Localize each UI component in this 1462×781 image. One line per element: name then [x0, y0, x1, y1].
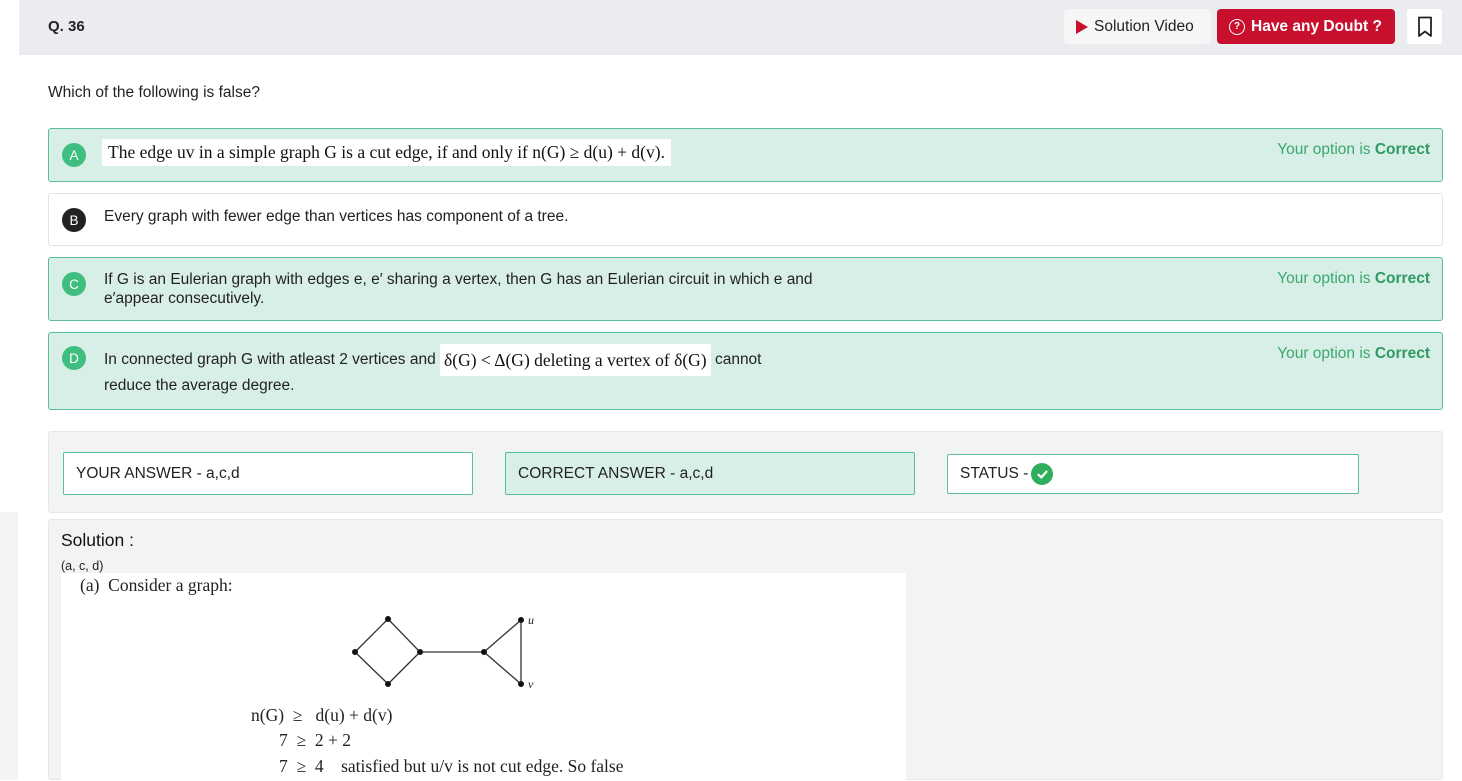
- solution-line-3: 7 ≥ 4 satisfied but u/v is not cut edge.…: [279, 756, 624, 776]
- have-doubt-label: Have any Doubt ?: [1251, 17, 1382, 35]
- solution-line-2: 7 ≥ 2 + 2: [279, 730, 351, 750]
- option-d-text-line2: reduce the average degree.: [104, 377, 295, 394]
- option-d-text-before: In connected graph G with atleast 2 vert…: [104, 351, 441, 369]
- option-letter-badge: D: [62, 346, 86, 370]
- graph-diagram: [352, 616, 524, 687]
- answer-summary-panel: YOUR ANSWER - a,c,d CORRECT ANSWER - a,c…: [48, 431, 1443, 513]
- option-d-math-image: δ(G) < Δ(G) deleting a vertex of δ(G): [440, 344, 711, 376]
- option-letter-badge: C: [62, 272, 86, 296]
- option-c[interactable]: C If G is an Eulerian graph with edges e…: [48, 257, 1443, 321]
- option-d-verdict: Your option is Correct: [1277, 345, 1430, 362]
- solution-video-label: Solution Video: [1094, 17, 1194, 35]
- option-c-verdict: Your option is Correct: [1277, 270, 1430, 287]
- status-label: STATUS -: [960, 465, 1029, 482]
- vertex-label-u: u: [528, 613, 534, 627]
- bookmark-icon: [1417, 16, 1432, 37]
- option-a-verdict: Your option is Correct: [1277, 141, 1430, 158]
- bookmark-button[interactable]: [1407, 9, 1442, 44]
- play-icon: [1076, 19, 1088, 34]
- option-c-text-line1: If G is an Eulerian graph with edges e, …: [104, 271, 813, 288]
- solution-title: Solution :: [61, 530, 134, 550]
- option-b[interactable]: B Every graph with fewer edge than verti…: [48, 193, 1443, 246]
- option-c-text-line2: e′appear consecutively.: [104, 290, 265, 307]
- option-d[interactable]: D In connected graph G with atleast 2 ve…: [48, 332, 1443, 410]
- option-a-math-image: The edge uv in a simple graph G is a cut…: [102, 139, 671, 166]
- check-circle-icon: [1031, 463, 1054, 485]
- correct-answer-box: CORRECT ANSWER - a,c,d: [505, 452, 915, 495]
- option-d-text-after: cannot: [710, 351, 762, 369]
- left-gutter: [0, 0, 18, 780]
- option-b-text: Every graph with fewer edge than vertice…: [104, 208, 569, 225]
- solution-image: (a) Consider a graph: u v n(G) ≥ d(u) + …: [61, 573, 906, 781]
- question-page: Q. 36 Solution Video ? Have any Doubt ? …: [19, 0, 1462, 781]
- question-text: Which of the following is false?: [48, 84, 260, 101]
- option-letter-badge: B: [62, 208, 86, 232]
- solution-answer-line: (a, c, d): [61, 559, 104, 573]
- status-box: STATUS -: [947, 454, 1359, 494]
- solution-video-button[interactable]: Solution Video: [1064, 9, 1211, 44]
- have-doubt-button[interactable]: ? Have any Doubt ?: [1217, 9, 1395, 44]
- your-answer-box: YOUR ANSWER - a,c,d: [63, 452, 473, 495]
- question-number: Q. 36: [48, 18, 85, 35]
- question-bubble-icon: ?: [1229, 18, 1245, 35]
- solution-line-1: n(G) ≥ d(u) + d(v): [251, 705, 393, 725]
- solution-panel: Solution : (a, c, d) (a) Consider a grap…: [48, 519, 1443, 781]
- option-a[interactable]: A The edge uv in a simple graph G is a c…: [48, 128, 1443, 182]
- option-letter-badge: A: [62, 143, 86, 167]
- question-header: Q. 36 Solution Video ? Have any Doubt ?: [19, 0, 1462, 55]
- vertex-label-v: v: [528, 677, 534, 691]
